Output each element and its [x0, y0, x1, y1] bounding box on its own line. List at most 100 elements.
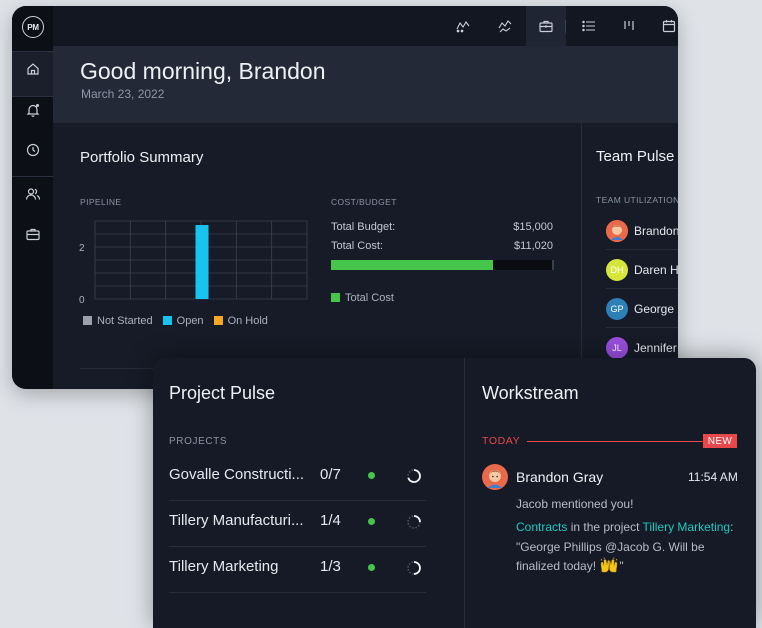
total-budget-row: Total Budget: $15,000: [331, 221, 553, 233]
team-member-row[interactable]: JL Jennifer: [606, 336, 677, 360]
sidebar-divider: [12, 96, 53, 97]
briefcase-icon[interactable]: [25, 226, 41, 242]
cost-progress-fill: [331, 260, 494, 270]
project-row[interactable]: Tillery Manufacturi... 1/4: [169, 501, 426, 547]
legend-label: Not Started: [97, 315, 153, 327]
team-member-name: Daren H: [634, 263, 678, 277]
row-divider: [606, 327, 678, 328]
dashboard-window: PM Good morning, Brandon March 23, 2022 …: [12, 6, 678, 389]
message-time: 11:54 AM: [688, 470, 738, 484]
projects-label: PROJECTS: [169, 436, 228, 447]
today-label: TODAY: [482, 435, 521, 447]
team-pulse-title: Team Pulse: [596, 148, 675, 165]
team-member-row[interactable]: DH Daren H: [606, 258, 678, 282]
task-link[interactable]: Contracts: [516, 520, 567, 534]
legend-label: Open: [176, 315, 204, 327]
pipeline-chart: 02: [79, 220, 308, 306]
avatar: GP: [606, 298, 628, 320]
total-cost-legend-label: Total Cost: [345, 292, 394, 304]
avatar: DH: [606, 259, 628, 281]
project-task-count: 1/3: [320, 558, 341, 575]
team-member-name: Brandon: [634, 224, 678, 238]
legend-item: Not Started: [83, 315, 153, 327]
team-pulse-icon[interactable]: [497, 18, 513, 34]
total-budget-label: Total Budget:: [331, 221, 396, 233]
total-cost-legend: Total Cost: [331, 292, 394, 304]
progress-ring-fill: [413, 515, 421, 523]
team-member-row[interactable]: Brandon: [606, 219, 678, 243]
bell-icon[interactable]: [25, 102, 41, 118]
team-member-name: Jennifer: [634, 341, 677, 355]
new-badge: NEW: [703, 434, 737, 448]
project-name[interactable]: Tillery Marketing: [169, 558, 312, 575]
toolbar-separator: [565, 20, 566, 33]
clock-icon[interactable]: [25, 142, 41, 158]
sidebar-divider: [12, 51, 53, 52]
y-tick-label: 0: [79, 295, 85, 306]
pm-logo[interactable]: PM: [22, 16, 44, 38]
project-row[interactable]: Govalle Constructi... 0/7: [169, 455, 426, 501]
workstream-title: Workstream: [482, 383, 579, 403]
row-divider: [606, 249, 678, 250]
progress-ring-icon: [407, 515, 421, 529]
portfolio-summary-title: Portfolio Summary: [80, 149, 204, 166]
team-pulse-panel: Team Pulse TEAM UTILIZATION Brandon DH D…: [581, 123, 678, 389]
pipeline-label: PIPELINE: [80, 197, 122, 207]
calendar-icon[interactable]: [661, 18, 677, 34]
project-task-count: 0/7: [320, 466, 341, 483]
team-member-name: George: [634, 302, 675, 316]
mention-text: Jacob mentioned you!: [516, 497, 634, 511]
status-dot: [368, 472, 375, 479]
progress-ring-icon: [407, 561, 421, 575]
column-divider: [464, 358, 465, 628]
project-name[interactable]: Govalle Constructi...: [169, 466, 312, 483]
project-link[interactable]: Tillery Marketing: [643, 520, 731, 534]
status-dot: [368, 518, 375, 525]
greeting-date: March 23, 2022: [81, 87, 165, 101]
greeting-title: Good morning, Brandon: [80, 58, 326, 84]
avatar: [606, 220, 628, 242]
progress-ring-fill: [413, 561, 421, 575]
avatar[interactable]: [482, 464, 508, 490]
board-icon[interactable]: [621, 18, 637, 34]
list-icon[interactable]: [581, 18, 597, 34]
bar-open: [195, 225, 209, 299]
status-dot: [368, 564, 375, 571]
sidebar-divider: [12, 176, 53, 177]
pulse-workstream-window: Project Pulse PROJECTS Govalle Construct…: [153, 358, 756, 628]
legend-label: On Hold: [227, 315, 268, 327]
portfolio-summary-panel: Portfolio Summary PIPELINE COST/BUDGET 0…: [53, 123, 580, 389]
legend-item: Open: [162, 315, 204, 327]
total-budget-value: $15,000: [513, 221, 553, 233]
dashboard-icon[interactable]: [455, 18, 471, 34]
sidebar: PM: [12, 6, 53, 389]
message-author[interactable]: Brandon Gray: [516, 469, 603, 485]
total-cost-swatch: [331, 293, 340, 302]
users-icon[interactable]: [25, 186, 41, 202]
pipeline-legend: Not Started Open On Hold: [83, 315, 268, 327]
message-text: in the project: [567, 520, 643, 534]
team-member-row[interactable]: GP George: [606, 297, 674, 321]
row-divider: [606, 288, 678, 289]
top-toolbar: [53, 6, 678, 47]
cost-budget-label: COST/BUDGET: [331, 197, 397, 207]
project-name[interactable]: Tillery Manufacturi...: [169, 512, 312, 529]
portfolio-icon[interactable]: [538, 18, 554, 34]
avatar: JL: [606, 337, 628, 359]
legend-swatch: [213, 316, 223, 325]
raised-hands-icon: [601, 557, 618, 573]
legend-swatch: [83, 316, 92, 325]
total-cost-value: $11,020: [514, 240, 553, 252]
team-utilization-label: TEAM UTILIZATION: [596, 195, 678, 205]
greeting-banner: Good morning, Brandon March 23, 2022: [53, 47, 678, 123]
home-icon[interactable]: [25, 61, 41, 77]
y-tick-label: 2: [79, 243, 85, 254]
message-body: Contracts in the project Tillery Marketi…: [516, 518, 736, 577]
total-cost-row: Total Cost: $11,020: [331, 240, 553, 252]
project-row[interactable]: Tillery Marketing 1/3: [169, 547, 426, 593]
cost-progress-bar: [331, 260, 554, 270]
today-divider: [527, 441, 703, 442]
project-task-count: 1/4: [320, 512, 341, 529]
legend-swatch: [162, 316, 172, 325]
project-pulse-title: Project Pulse: [169, 383, 276, 403]
